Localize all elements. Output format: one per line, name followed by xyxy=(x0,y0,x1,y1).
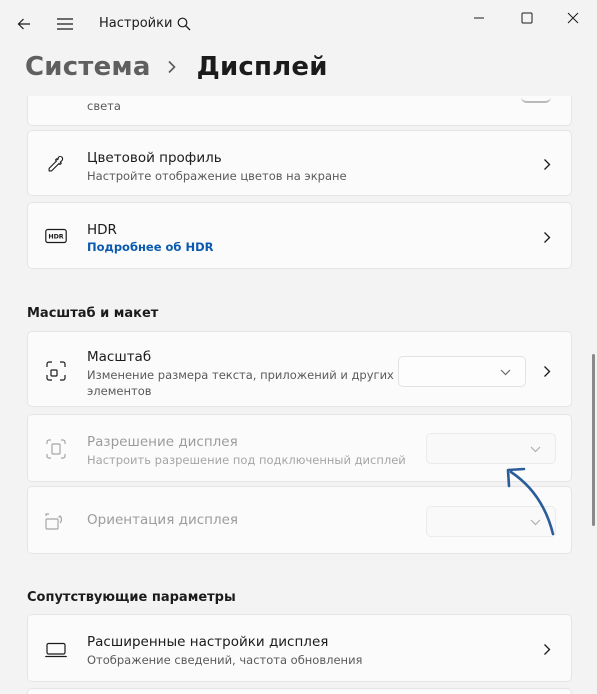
settings-content: света Цветовой профиль Настройте отображ… xyxy=(0,96,597,694)
maximize-icon xyxy=(521,12,533,24)
search-button[interactable] xyxy=(170,10,198,38)
chevron-right-icon xyxy=(167,59,183,75)
advanced-display-subtitle: Отображение сведений, частота обновления xyxy=(87,653,363,667)
chevron-right-icon xyxy=(540,157,554,171)
chevron-down-icon xyxy=(499,366,511,378)
breadcrumb-parent[interactable]: Система xyxy=(25,52,151,82)
scale-subtitle-line2: элементов xyxy=(87,384,152,398)
chevron-right-icon xyxy=(540,642,554,656)
resolution-icon xyxy=(45,438,67,460)
chevron-down-icon xyxy=(529,443,541,455)
resolution-card: Разрешение дисплея Настроить разрешение … xyxy=(27,414,572,482)
resolution-subtitle: Настроить разрешение под подключенный ди… xyxy=(87,453,406,467)
color-profile-card[interactable]: Цветовой профиль Настройте отображение ц… xyxy=(27,130,572,196)
night-light-subtitle: света xyxy=(87,99,121,113)
chevron-right-icon xyxy=(540,364,554,378)
resolution-title: Разрешение дисплея xyxy=(87,434,238,450)
menu-button[interactable] xyxy=(51,10,79,38)
night-light-card[interactable]: света xyxy=(27,96,572,126)
minimize-button[interactable] xyxy=(464,8,494,28)
hdr-title: HDR xyxy=(87,222,117,238)
hdr-card[interactable]: HDR HDR Подробнее об HDR xyxy=(27,202,572,269)
page-title: Дисплей xyxy=(196,52,328,82)
breadcrumb: Система Дисплей xyxy=(25,46,328,88)
advanced-display-title: Расширенные настройки дисплея xyxy=(87,634,329,650)
next-card[interactable] xyxy=(27,688,572,694)
scale-title: Масштаб xyxy=(87,349,152,365)
section-heading-scale-layout: Масштаб и макет xyxy=(27,306,159,321)
annotation-arrow-icon xyxy=(506,467,555,536)
svg-text:HDR: HDR xyxy=(48,234,63,241)
color-profile-subtitle: Настройте отображение цветов на экране xyxy=(87,169,347,183)
monitor-icon xyxy=(45,639,67,661)
scale-card[interactable]: Масштаб Изменение размера текста, прилож… xyxy=(27,331,572,407)
orientation-title: Ориентация дисплея xyxy=(87,512,239,528)
chevron-right-icon xyxy=(540,230,554,244)
orientation-icon xyxy=(45,511,67,533)
title-bar: Настройки xyxy=(0,0,597,48)
window-title: Настройки xyxy=(99,16,173,31)
search-icon xyxy=(177,17,191,31)
minimize-icon xyxy=(474,17,484,19)
section-heading-related: Сопутствующие параметры xyxy=(27,590,236,605)
back-button[interactable] xyxy=(10,10,38,38)
eyedropper-icon xyxy=(45,153,67,175)
color-profile-title: Цветовой профиль xyxy=(87,150,222,166)
scale-dropdown[interactable] xyxy=(398,356,526,387)
close-button[interactable] xyxy=(558,8,588,28)
scrollbar[interactable] xyxy=(592,354,595,526)
maximize-button[interactable] xyxy=(512,8,542,28)
hdr-learn-more-link[interactable]: Подробнее об HDR xyxy=(87,240,213,254)
scale-icon xyxy=(45,360,67,382)
toggle-stub[interactable] xyxy=(521,96,551,103)
scale-subtitle-line1: Изменение размера текста, приложений и д… xyxy=(87,368,394,382)
hamburger-menu-icon xyxy=(57,18,73,30)
orientation-card: Ориентация дисплея xyxy=(27,486,572,554)
close-icon xyxy=(567,12,579,24)
back-arrow-icon xyxy=(17,18,30,30)
advanced-display-card[interactable]: Расширенные настройки дисплея Отображени… xyxy=(27,614,572,682)
hdr-icon: HDR xyxy=(45,225,67,247)
